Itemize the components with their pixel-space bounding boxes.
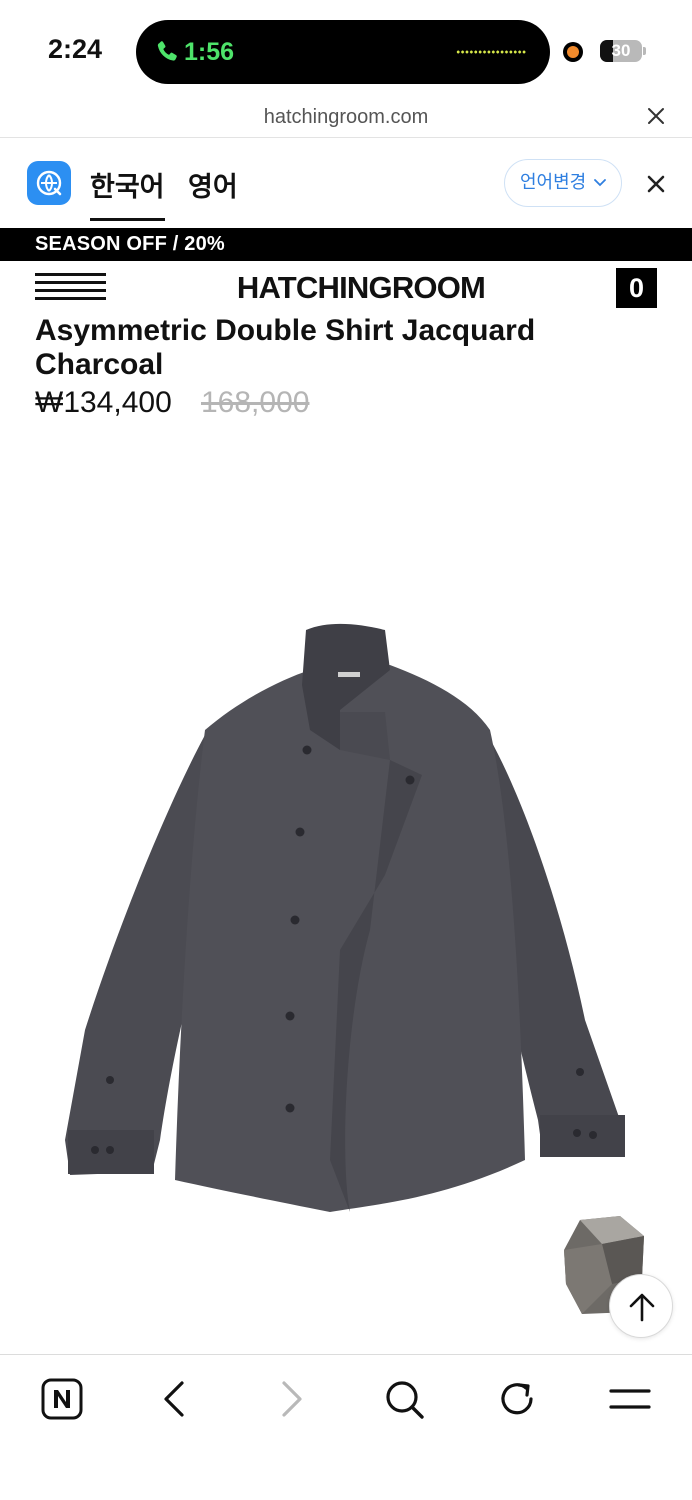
- forward-icon[interactable]: [268, 1377, 312, 1421]
- translate-bar: 한국어 영어 언어변경: [0, 139, 692, 227]
- sale-price: ₩134,400: [35, 386, 172, 419]
- close-translate-icon[interactable]: [646, 174, 666, 194]
- brand-logo[interactable]: HATCHINGROOM: [0, 270, 692, 306]
- translate-logo-glyph: [36, 170, 62, 196]
- recording-indicator: [563, 42, 583, 62]
- original-price: 168,000: [201, 386, 310, 419]
- phone-icon: [157, 41, 177, 61]
- call-duration: 1:56: [184, 38, 235, 66]
- promo-text: SEASON OFF / 20%: [35, 233, 225, 255]
- change-language-label: 언어변경: [520, 172, 587, 193]
- refresh-icon[interactable]: [495, 1377, 539, 1421]
- cart-count[interactable]: 0: [616, 268, 657, 308]
- url-bar[interactable]: hatchingroom.com: [0, 100, 692, 138]
- menu-icon[interactable]: [608, 1377, 652, 1421]
- chevron-down-icon: [594, 179, 606, 187]
- status-time: 2:24: [48, 34, 103, 64]
- charcoal-shirt-photo: [65, 623, 625, 1212]
- battery-nub: [643, 47, 646, 55]
- search-icon[interactable]: [382, 1377, 426, 1421]
- battery-level: 30: [611, 41, 631, 60]
- tab-english[interactable]: 영어: [188, 165, 238, 204]
- url-text[interactable]: hatchingroom.com: [0, 106, 692, 129]
- back-icon[interactable]: [154, 1377, 198, 1421]
- audio-waveform: [456, 49, 526, 55]
- naver-icon[interactable]: [40, 1377, 84, 1421]
- product-image[interactable]: [40, 600, 652, 1240]
- change-language-button[interactable]: 언어변경: [504, 159, 622, 207]
- browser-toolbar: [0, 1354, 692, 1500]
- close-icon[interactable]: [646, 106, 666, 126]
- scroll-to-top-button[interactable]: [609, 1274, 673, 1338]
- battery-icon: 30: [600, 40, 642, 62]
- translate-logo-icon: [27, 161, 71, 205]
- active-call-pill[interactable]: 1:56: [136, 20, 550, 84]
- promo-banner[interactable]: SEASON OFF / 20%: [0, 228, 692, 261]
- tab-korean[interactable]: 한국어: [90, 165, 165, 221]
- product-title: Asymmetric Double Shirt Jacquard Charcoa…: [35, 314, 536, 381]
- arrow-up-icon: [629, 1293, 655, 1322]
- status-bar: 2:24 1:56 30: [0, 0, 692, 100]
